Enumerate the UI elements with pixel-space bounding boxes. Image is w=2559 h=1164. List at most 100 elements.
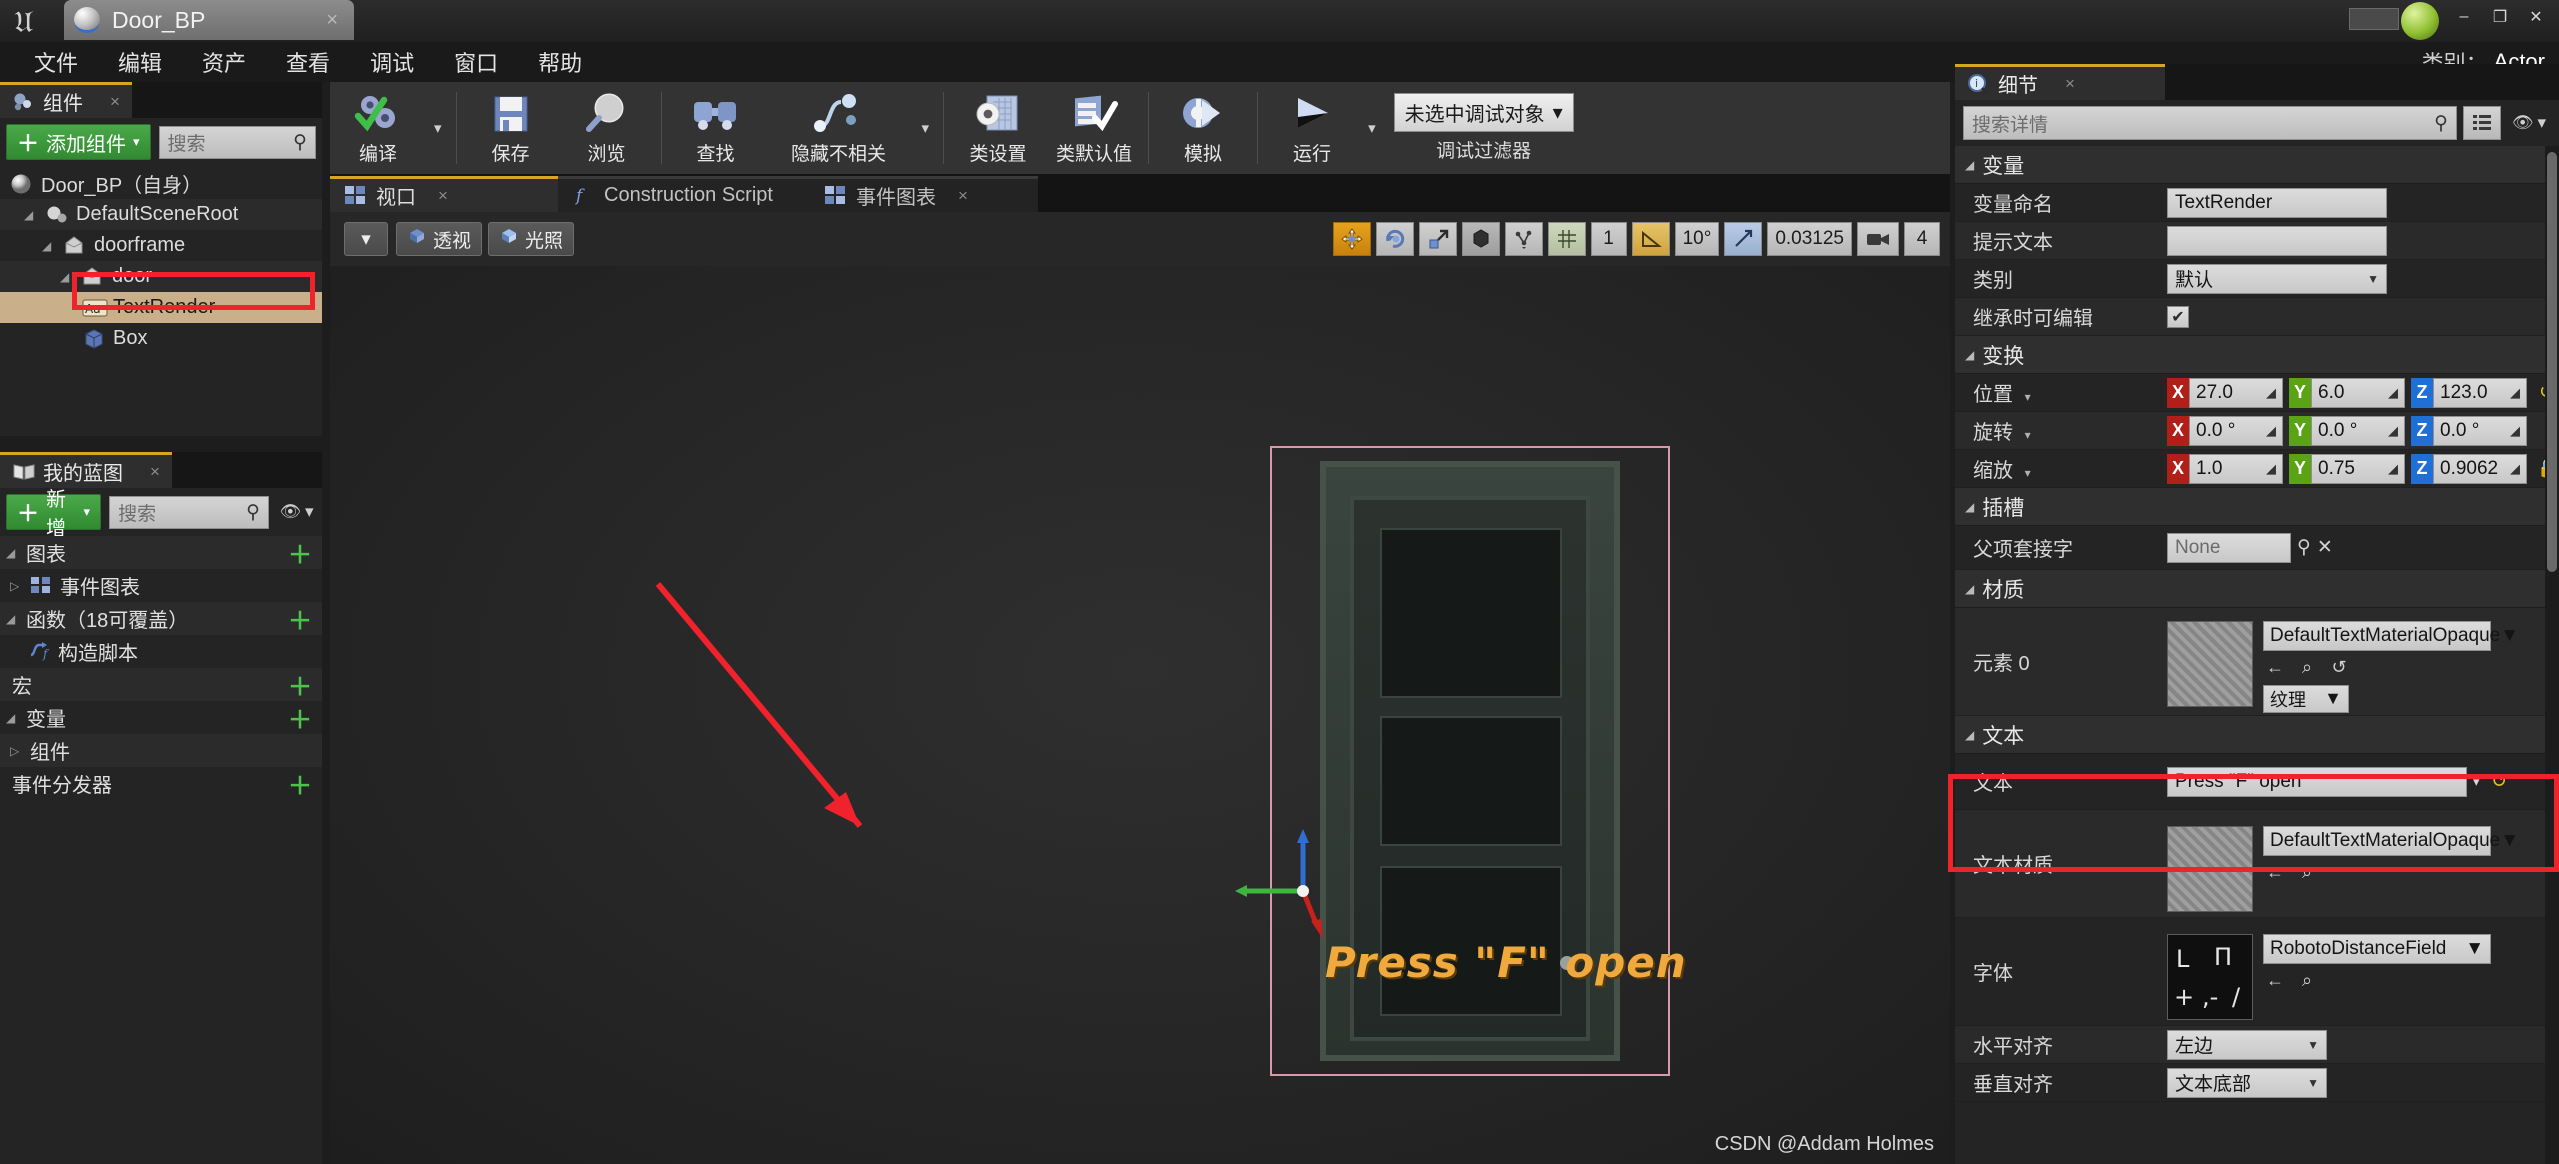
grid-snap-toggle[interactable] xyxy=(1547,222,1586,256)
bp-section-variables[interactable]: ◢ 变量 ＋ xyxy=(0,701,322,734)
tab-details[interactable]: i 细节 × xyxy=(1955,64,2165,100)
viewport-menu-button[interactable]: ▾ xyxy=(344,222,388,256)
browse-asset-icon[interactable]: ⌕ xyxy=(2295,970,2319,992)
location-x[interactable]: X 27.0 ◢ xyxy=(2167,377,2283,408)
tab-my-blueprint[interactable]: 我的蓝图 × xyxy=(0,452,172,488)
toolbar-save-button[interactable]: 保存 xyxy=(463,82,559,174)
menu-item-help[interactable]: 帮助 xyxy=(518,42,602,82)
close-icon[interactable]: × xyxy=(2065,74,2075,94)
viewport[interactable]: ▾ 透视 光照 1 10° 0.03125 4 Press "F" open C… xyxy=(330,212,1950,1164)
chevron-down-icon[interactable]: ◢ xyxy=(6,612,20,626)
reset-asset-icon[interactable]: ↺ xyxy=(2327,657,2351,679)
variable-name-input[interactable]: TextRender xyxy=(2167,187,2387,218)
spinner-icon[interactable]: ◢ xyxy=(2266,423,2276,439)
category-variable[interactable]: ◢ 变量 xyxy=(1955,146,2559,184)
search-icon[interactable]: ⚲ xyxy=(2297,536,2311,559)
menu-item-file[interactable]: 文件 xyxy=(14,42,98,82)
add-event-dispatcher-button[interactable]: ＋ xyxy=(288,766,312,801)
bp-item-event-graph[interactable]: ▷ 事件图表 xyxy=(0,569,322,602)
scale-snap-value[interactable]: 0.03125 xyxy=(1767,222,1852,256)
text-value-input[interactable]: Press "F" open xyxy=(2167,766,2467,797)
translate-tool[interactable] xyxy=(1332,222,1371,256)
chevron-down-icon[interactable]: ▾ xyxy=(2473,774,2480,790)
chevron-down-icon[interactable]: ▾ xyxy=(2025,428,2031,442)
minimize-button[interactable]: – xyxy=(2447,4,2481,30)
bp-item-components[interactable]: ▷ 组件 xyxy=(0,734,322,767)
spinner-icon[interactable]: ◢ xyxy=(2388,461,2398,477)
maximize-button[interactable]: ❐ xyxy=(2483,4,2517,30)
hide-unrelated-caret[interactable]: ▾ xyxy=(914,82,938,174)
text-material-thumbnail[interactable] xyxy=(2167,825,2253,912)
camera-speed-toggle[interactable] xyxy=(1857,222,1899,256)
tree-item-default-scene-root[interactable]: ◢ DefaultSceneRoot xyxy=(0,199,322,230)
toolbar-browse-button[interactable]: 浏览 xyxy=(559,82,655,174)
tooltip-text-input[interactable] xyxy=(2167,225,2387,256)
chevron-right-icon[interactable]: ▷ xyxy=(10,579,24,593)
tree-item-box[interactable]: Box xyxy=(0,323,322,354)
font-asset-select[interactable]: RobotoDistanceField ▼ xyxy=(2263,933,2491,964)
bp-section-event-dispatchers[interactable]: 事件分发器 ＋ xyxy=(0,767,322,800)
chevron-down-icon[interactable]: ◢ xyxy=(24,208,38,222)
tree-item-doorframe[interactable]: ◢ doorframe xyxy=(0,230,322,261)
debug-object-select[interactable]: 未选中调试对象 ▾ xyxy=(1393,93,1574,132)
scale-tool[interactable] xyxy=(1418,222,1457,256)
rotate-tool[interactable] xyxy=(1375,222,1414,256)
components-search-input[interactable]: 搜索 ⚲ xyxy=(158,125,316,159)
location-y[interactable]: Y 6.0 ◢ xyxy=(2289,377,2405,408)
angle-snap-value[interactable]: 10° xyxy=(1674,222,1720,256)
browse-asset-icon[interactable]: ⌕ xyxy=(2295,862,2319,884)
toolbar-find-button[interactable]: 查找 xyxy=(668,82,764,174)
material-asset-select[interactable]: DefaultTextMaterialOpaque ▼ xyxy=(2263,620,2519,651)
chevron-down-icon[interactable]: ◢ xyxy=(60,270,74,284)
bp-section-graphs[interactable]: ◢ 图表 ＋ xyxy=(0,536,322,569)
compile-options-caret[interactable]: ▾ xyxy=(426,82,450,174)
tab-event-graph[interactable]: 事件图表 × xyxy=(810,176,1038,212)
close-icon[interactable]: × xyxy=(438,186,448,206)
grid-snap-value[interactable]: 1 xyxy=(1590,222,1627,256)
spinner-icon[interactable]: ◢ xyxy=(2510,423,2520,439)
horizontal-alignment-select[interactable]: 左边 ▼ xyxy=(2167,1029,2327,1060)
add-variable-button[interactable]: ＋ xyxy=(288,700,312,735)
spinner-icon[interactable]: ◢ xyxy=(2266,461,2276,477)
close-icon[interactable]: × xyxy=(320,9,344,32)
tree-item-door[interactable]: ◢ door xyxy=(0,261,322,292)
scale-y[interactable]: Y 0.75 ◢ xyxy=(2289,453,2405,484)
add-new-button[interactable]: ＋ 新增 ▾ xyxy=(6,489,102,540)
details-visibility-button[interactable]: 👁 ▾ xyxy=(2507,107,2551,140)
material-thumbnail[interactable] xyxy=(2167,620,2253,707)
tree-item-textrender[interactable]: Aa TextRender xyxy=(0,292,322,323)
editable-when-inherited-checkbox[interactable]: ✔ xyxy=(2167,305,2189,328)
font-thumbnail[interactable]: L Π + ,- / xyxy=(2167,933,2253,1020)
viewport-scene[interactable]: Press "F" open 文本组件，现在设置随门一起移动 CSDN @Add… xyxy=(330,266,1950,1164)
close-icon[interactable]: × xyxy=(958,186,968,206)
menu-item-edit[interactable]: 编辑 xyxy=(98,42,182,82)
scale-x[interactable]: X 1.0 ◢ xyxy=(2167,453,2283,484)
transform-gizmo[interactable] xyxy=(1235,821,1365,951)
toolbar-class-defaults-button[interactable]: 类默认值 xyxy=(1046,82,1142,174)
my-blueprint-search-input[interactable]: 搜索 ⚲ xyxy=(109,495,270,529)
rotation-z[interactable]: Z 0.0 ° ◢ xyxy=(2411,415,2527,446)
texture-dropdown-button[interactable]: 纹理 ▼ xyxy=(2263,684,2349,713)
spinner-icon[interactable]: ◢ xyxy=(2388,423,2398,439)
menu-item-debug[interactable]: 调试 xyxy=(350,42,434,82)
use-selected-asset-icon[interactable]: ← xyxy=(2263,862,2287,884)
chevron-down-icon[interactable]: ◢ xyxy=(42,239,56,253)
document-tab[interactable]: Door_BP × xyxy=(64,0,354,40)
play-options-caret[interactable]: ▾ xyxy=(1360,82,1384,174)
add-function-button[interactable]: ＋ xyxy=(288,601,312,636)
toolbar-hide-unrelated-button[interactable]: 隐藏不相关 xyxy=(764,82,914,174)
chevron-right-icon[interactable]: ▷ xyxy=(10,744,24,758)
scale-z[interactable]: Z 0.9062 ◢ xyxy=(2411,453,2527,484)
category-transform[interactable]: ◢ 变换 xyxy=(1955,336,2559,374)
angle-snap-toggle[interactable] xyxy=(1631,222,1670,256)
view-perspective-button[interactable]: 透视 xyxy=(396,222,483,256)
close-icon[interactable]: × xyxy=(110,92,120,112)
window-close-button[interactable]: ✕ xyxy=(2519,4,2553,30)
text-material-asset-select[interactable]: DefaultTextMaterialOpaque ▼ xyxy=(2263,825,2519,856)
visibility-toggle-button[interactable]: 👁 ▾ xyxy=(277,496,316,529)
camera-speed-value[interactable]: 4 xyxy=(1904,222,1940,256)
bp-section-functions[interactable]: ◢ 函数（18可覆盖） ＋ xyxy=(0,602,322,635)
close-icon[interactable]: × xyxy=(150,462,160,482)
add-macro-button[interactable]: ＋ xyxy=(288,667,312,702)
menu-item-view[interactable]: 查看 xyxy=(266,42,350,82)
